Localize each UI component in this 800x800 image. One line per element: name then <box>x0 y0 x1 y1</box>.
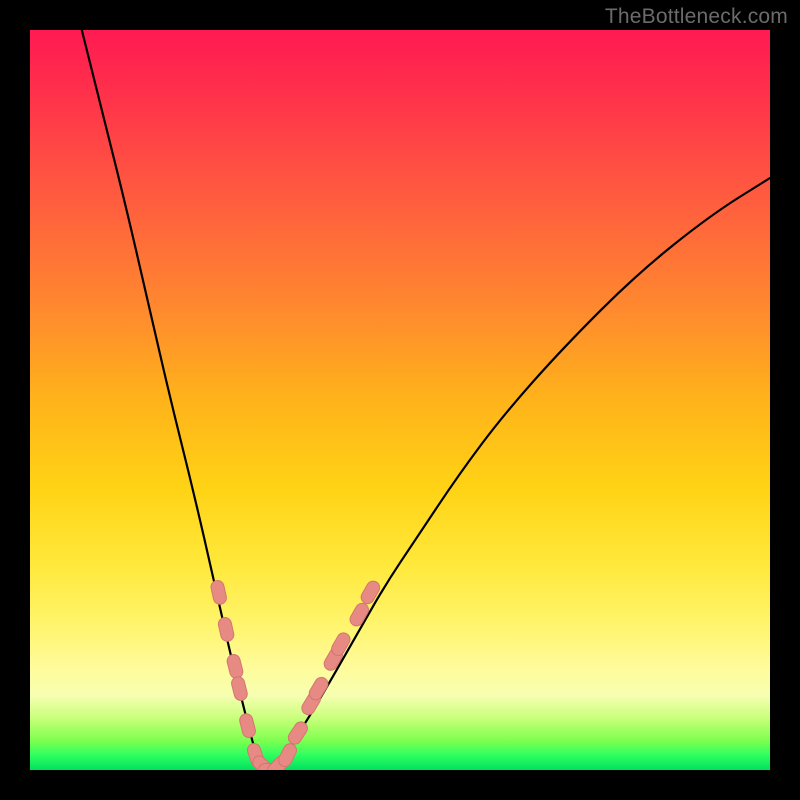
chart-svg <box>30 30 770 770</box>
highlight-marker <box>359 579 382 606</box>
highlight-marker <box>210 579 228 605</box>
bottleneck-curve-path <box>82 30 770 770</box>
highlight-marker <box>238 712 256 738</box>
highlight-marker <box>286 719 310 746</box>
watermark-label: TheBottleneck.com <box>605 5 788 29</box>
curve-layer <box>82 30 770 770</box>
highlight-marker <box>230 675 248 701</box>
plot-area <box>30 30 770 770</box>
highlight-marker <box>217 616 235 642</box>
marker-layer <box>210 579 382 770</box>
app-frame: TheBottleneck.com <box>0 0 800 800</box>
highlight-marker <box>226 653 244 679</box>
